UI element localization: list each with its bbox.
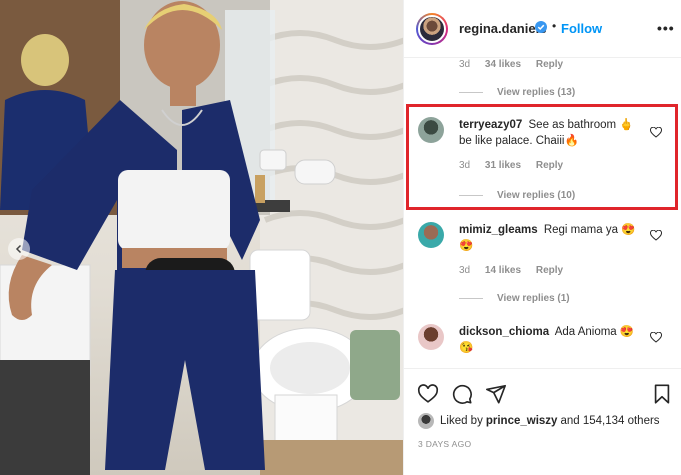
comment-icon[interactable]	[451, 383, 473, 405]
post-header: regina.daniels • Follow •••	[404, 0, 681, 58]
comment-meta: 3d 31 likes Reply	[459, 160, 575, 171]
view-replies-button[interactable]: View replies (13)	[459, 87, 575, 98]
comment-text: mimiz_gleams Regi mama ya 😍 😍	[459, 222, 639, 254]
view-replies-button[interactable]: View replies (10)	[459, 190, 575, 201]
comment-likes[interactable]: 34 likes	[485, 59, 521, 70]
comment-text: dickson_chioma Ada Anioma 😍 😘	[459, 324, 639, 356]
liker-avatar[interactable]	[418, 413, 434, 429]
view-replies-label: View replies (10)	[497, 190, 576, 201]
view-replies-label: View replies (13)	[497, 87, 576, 98]
commenter-username[interactable]: terryeazy07	[459, 119, 522, 131]
heart-icon[interactable]	[417, 383, 439, 405]
commenter-username[interactable]: dickson_chioma	[459, 326, 549, 338]
commenter-username[interactable]: mimiz_gleams	[459, 224, 538, 236]
reply-button[interactable]: Reply	[536, 59, 563, 70]
chevron-left-icon	[15, 244, 22, 254]
heart-icon[interactable]	[650, 332, 662, 343]
comment-meta: 3d 14 likes Reply	[459, 265, 575, 276]
comment-likes[interactable]: 14 likes	[485, 265, 521, 276]
liked-by-user[interactable]: prince_wiszy	[486, 415, 558, 427]
reply-button[interactable]: Reply	[536, 160, 563, 171]
heart-icon[interactable]	[650, 230, 662, 241]
post-actions: Liked by prince_wiszy and 154,134 others…	[404, 368, 681, 475]
carousel-prev-button[interactable]	[8, 238, 30, 260]
author-username[interactable]: regina.daniels	[459, 21, 546, 36]
comment-time: 3d	[459, 160, 471, 171]
comment-meta: 3d 34 likes Reply	[459, 59, 575, 70]
view-replies-button[interactable]: View replies (1)	[459, 293, 570, 304]
commenter-avatar[interactable]	[418, 222, 444, 248]
comment-time: 3d	[459, 265, 471, 276]
commenter-avatar[interactable]	[418, 324, 444, 350]
comments-panel: regina.daniels • Follow ••• 3d 34 likes …	[403, 0, 681, 475]
liked-by-prefix: Liked by	[440, 415, 483, 427]
verified-badge-icon	[535, 21, 547, 33]
comment-likes[interactable]: 31 likes	[485, 160, 521, 171]
share-icon[interactable]	[485, 383, 507, 405]
bookmark-icon[interactable]	[651, 383, 673, 405]
follow-button[interactable]: Follow	[561, 21, 602, 36]
view-replies-label: View replies (1)	[497, 293, 570, 304]
reply-button[interactable]: Reply	[536, 265, 563, 276]
heart-icon[interactable]	[650, 127, 662, 138]
commenter-avatar[interactable]	[418, 117, 444, 143]
bathroom-selfie-image	[0, 0, 403, 475]
post-timestamp[interactable]: 3 DAYS AGO	[418, 439, 471, 449]
comment-text: terryeazy07 See as bathroom 🖕 be like pa…	[459, 117, 639, 149]
liked-by-line: Liked by prince_wiszy and 154,134 others	[418, 413, 660, 429]
more-options-button[interactable]: •••	[657, 20, 675, 36]
liked-by-suffix[interactable]: and 154,134 others	[560, 415, 659, 427]
comment-time: 3d	[459, 59, 471, 70]
header-separator: •	[552, 19, 557, 33]
author-avatar[interactable]	[416, 13, 448, 45]
post-photo	[0, 0, 403, 475]
